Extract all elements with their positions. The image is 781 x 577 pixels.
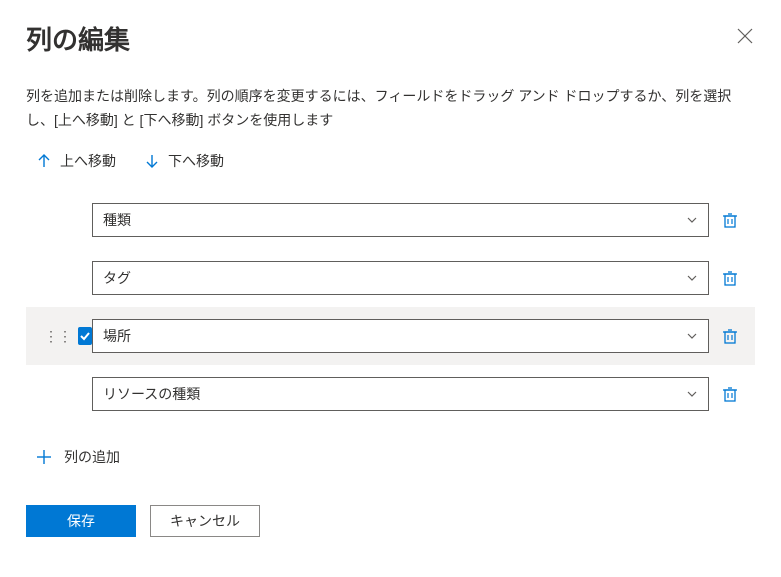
- delete-column-button[interactable]: [719, 383, 741, 405]
- cancel-button-label: キャンセル: [170, 511, 240, 531]
- columns-list: 種類 タグ: [26, 191, 755, 423]
- row-checkbox[interactable]: [78, 327, 92, 345]
- close-button[interactable]: [735, 26, 755, 46]
- trash-icon: [721, 211, 739, 229]
- trash-icon: [721, 385, 739, 403]
- arrow-down-icon: [144, 153, 160, 169]
- add-column-label: 列の追加: [64, 447, 120, 467]
- column-select-value: 種類: [103, 210, 131, 230]
- column-select[interactable]: リソースの種類: [92, 377, 709, 411]
- column-row[interactable]: タグ: [26, 249, 755, 307]
- column-select[interactable]: タグ: [92, 261, 709, 295]
- delete-column-button[interactable]: [719, 325, 741, 347]
- close-icon: [737, 28, 753, 44]
- trash-icon: [721, 327, 739, 345]
- drag-handle-icon[interactable]: ⋮⋮: [44, 329, 72, 343]
- save-button-label: 保存: [67, 511, 95, 531]
- column-select[interactable]: 場所: [92, 319, 709, 353]
- chevron-down-icon: [686, 272, 698, 284]
- save-button[interactable]: 保存: [26, 505, 136, 537]
- column-select-value: リソースの種類: [103, 384, 200, 404]
- add-column-button[interactable]: 列の追加: [26, 433, 755, 481]
- column-row[interactable]: リソースの種類: [26, 365, 755, 423]
- column-row[interactable]: 種類: [26, 191, 755, 249]
- arrow-up-icon: [36, 153, 52, 169]
- plus-icon: [36, 449, 52, 465]
- check-icon: [79, 330, 91, 342]
- delete-column-button[interactable]: [719, 267, 741, 289]
- column-row[interactable]: ⋮⋮ 場所: [26, 307, 755, 365]
- panel-description: 列を追加または削除します。列の順序を変更するには、フィールドをドラッグ アンド …: [26, 85, 755, 133]
- chevron-down-icon: [686, 214, 698, 226]
- trash-icon: [721, 269, 739, 287]
- column-select-value: タグ: [103, 268, 131, 288]
- move-up-button[interactable]: 上へ移動: [36, 151, 116, 171]
- chevron-down-icon: [686, 330, 698, 342]
- panel-title: 列の編集: [26, 20, 130, 57]
- delete-column-button[interactable]: [719, 209, 741, 231]
- move-down-button[interactable]: 下へ移動: [144, 151, 224, 171]
- column-select-value: 場所: [103, 326, 131, 346]
- cancel-button[interactable]: キャンセル: [150, 505, 260, 537]
- move-down-label: 下へ移動: [168, 151, 224, 171]
- chevron-down-icon: [686, 388, 698, 400]
- column-select[interactable]: 種類: [92, 203, 709, 237]
- move-up-label: 上へ移動: [60, 151, 116, 171]
